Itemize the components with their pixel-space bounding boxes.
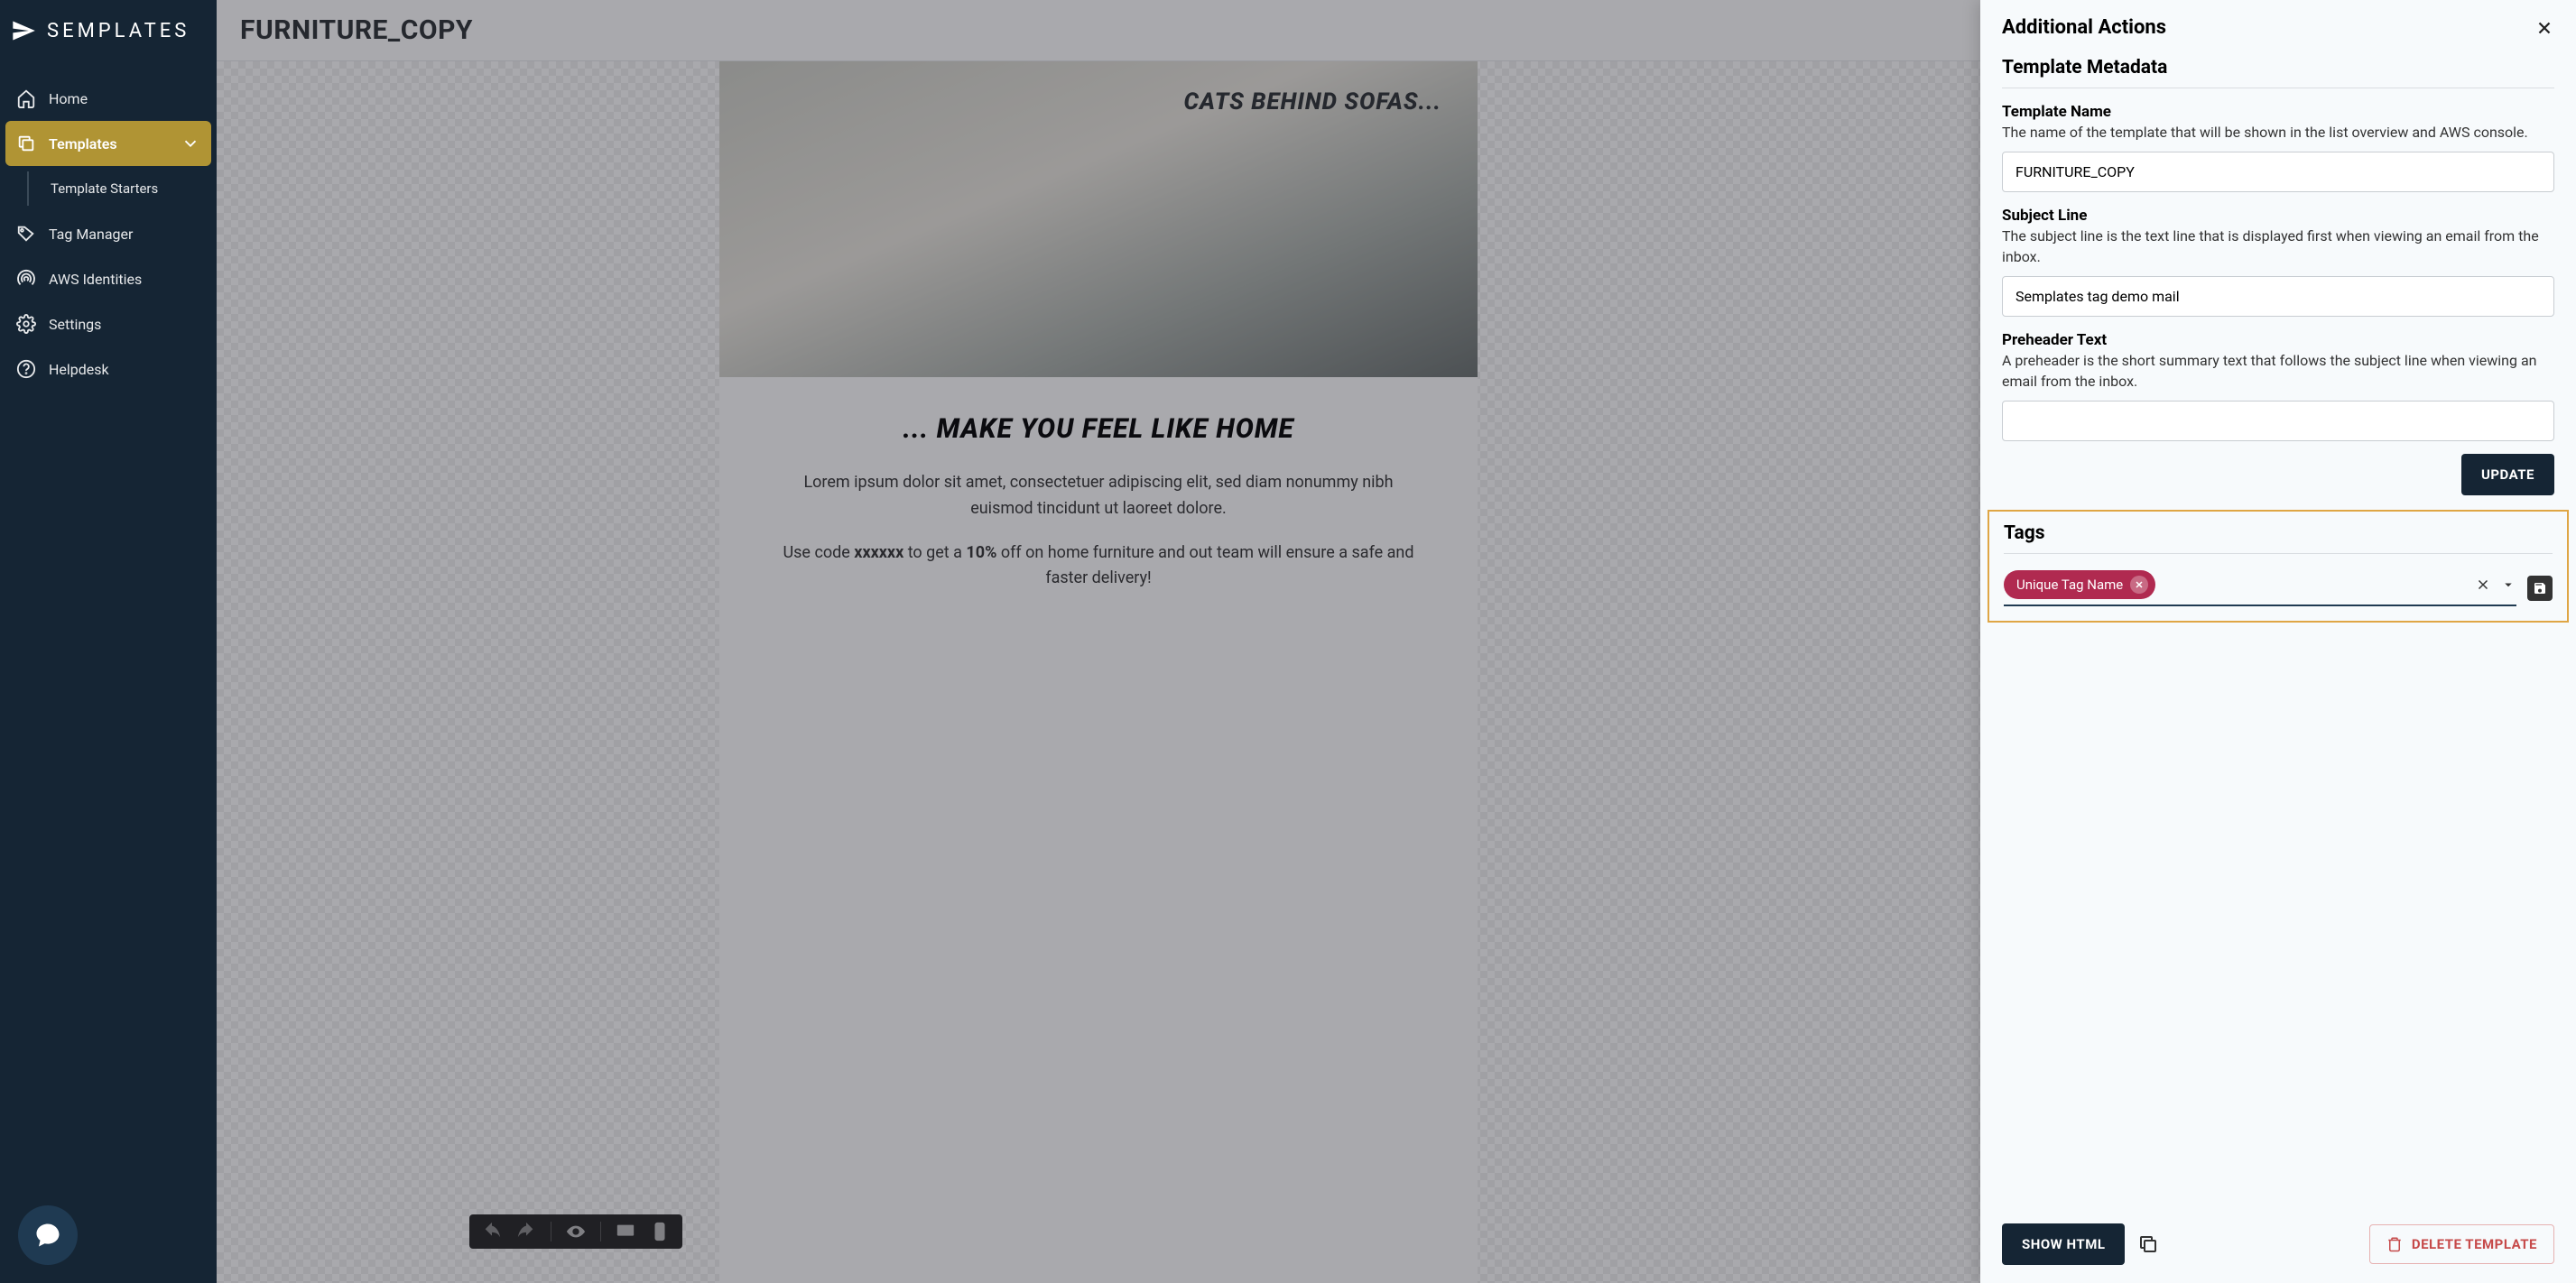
copy-icon — [16, 134, 36, 153]
editor-canvas[interactable]: CATS BEHIND SOFAS... ... MAKE YOU FEEL L… — [217, 61, 1980, 1283]
redo-icon[interactable] — [516, 1222, 536, 1241]
chat-icon — [34, 1222, 61, 1249]
footer-left: SHOW HTML — [2002, 1223, 2159, 1265]
subject-line-input[interactable] — [2002, 276, 2554, 317]
template-name-input[interactable] — [2002, 152, 2554, 192]
tag-chip-remove[interactable] — [2130, 576, 2148, 594]
page-title: FURNITURE_COPY — [240, 14, 1957, 46]
email-preview: CATS BEHIND SOFAS... ... MAKE YOU FEEL L… — [719, 61, 1478, 1283]
preheader-desc: A preheader is the short summary text th… — [2002, 351, 2554, 392]
paper-plane-icon — [11, 18, 36, 43]
panel-title: Additional Actions — [2002, 16, 2166, 39]
desktop-icon[interactable] — [616, 1222, 635, 1241]
show-html-button[interactable]: SHOW HTML — [2002, 1223, 2125, 1265]
template-name-label: Template Name — [2002, 103, 2554, 121]
nav-templates-submenu: Template Starters — [5, 171, 211, 206]
nav-aws-label: AWS Identities — [49, 271, 142, 288]
save-tags-button[interactable] — [2527, 576, 2553, 601]
nav-template-starters[interactable]: Template Starters — [27, 171, 211, 206]
editor-toolbar — [469, 1214, 682, 1249]
undo-icon[interactable] — [482, 1222, 502, 1241]
nav-settings-label: Settings — [49, 316, 101, 333]
trash-icon — [2386, 1236, 2403, 1252]
template-name-desc: The name of the template that will be sh… — [2002, 123, 2554, 143]
main-editor: FURNITURE_COPY CATS BEHIND SOFAS... ... … — [217, 0, 1980, 1283]
paragraph-1: Lorem ipsum dolor sit amet, consectetuer… — [774, 470, 1423, 522]
save-icon — [2533, 581, 2547, 595]
preheader-input[interactable] — [2002, 401, 2554, 441]
preheader-label: Preheader Text — [2002, 331, 2554, 349]
metadata-section: Template Metadata Template Name The name… — [1980, 46, 2576, 441]
help-icon — [16, 359, 36, 379]
email-hero-image: CATS BEHIND SOFAS... — [719, 61, 1478, 377]
clear-icon[interactable] — [2475, 577, 2491, 593]
tag-icon — [16, 224, 36, 244]
nav-tag-manager[interactable]: Tag Manager — [5, 211, 211, 256]
delete-template-label: DELETE TEMPLATE — [2412, 1236, 2537, 1252]
eye-icon[interactable] — [566, 1222, 586, 1241]
tags-section: Tags Unique Tag Name — [1988, 510, 2569, 623]
chat-widget-button[interactable] — [18, 1205, 78, 1265]
chevron-down-icon — [181, 134, 200, 153]
tag-text-input[interactable] — [2163, 576, 2468, 593]
nav-home-label: Home — [49, 90, 88, 107]
tag-combobox[interactable]: Unique Tag Name — [2004, 570, 2516, 606]
sidebar: SEMPLATES Home Templates Template Starte… — [0, 0, 217, 1283]
subject-line-label: Subject Line — [2002, 207, 2554, 225]
chevron-down-icon[interactable] — [2500, 577, 2516, 593]
tag-chip-label: Unique Tag Name — [2016, 577, 2123, 593]
additional-actions-panel: Additional Actions Template Metadata Tem… — [1980, 0, 2576, 1283]
tag-chip: Unique Tag Name — [2004, 570, 2155, 599]
fingerprint-icon — [16, 269, 36, 289]
nav-settings[interactable]: Settings — [5, 301, 211, 346]
toolbar-separator — [600, 1222, 601, 1241]
gear-icon — [16, 314, 36, 334]
metadata-heading: Template Metadata — [2002, 46, 2554, 88]
sub-headline: ... MAKE YOU FEEL LIKE HOME — [774, 413, 1423, 445]
home-icon — [16, 88, 36, 108]
field-template-name: Template Name The name of the template t… — [2002, 103, 2554, 192]
hero-headline: CATS BEHIND SOFAS... — [1184, 88, 1441, 115]
subject-line-desc: The subject line is the text line that i… — [2002, 226, 2554, 267]
field-preheader: Preheader Text A preheader is the short … — [2002, 331, 2554, 441]
main-header: FURNITURE_COPY — [217, 0, 1980, 61]
close-icon — [2134, 579, 2145, 590]
panel-footer: SHOW HTML DELETE TEMPLATE — [1980, 1205, 2576, 1283]
field-subject-line: Subject Line The subject line is the tex… — [2002, 207, 2554, 317]
nav-helpdesk-label: Helpdesk — [49, 361, 109, 378]
email-content: ... MAKE YOU FEEL LIKE HOME Lorem ipsum … — [719, 377, 1478, 646]
nav-aws-identities[interactable]: AWS Identities — [5, 256, 211, 301]
nav-helpdesk[interactable]: Helpdesk — [5, 346, 211, 392]
nav: Home Templates Template Starters Tag Man… — [0, 61, 217, 406]
panel-header: Additional Actions — [1980, 0, 2576, 46]
nav-templates[interactable]: Templates — [5, 121, 211, 166]
tags-row: Unique Tag Name — [2004, 570, 2553, 606]
tags-heading: Tags — [2004, 512, 2553, 554]
paragraph-2: Use code xxxxxx to get a 10% off on home… — [774, 540, 1423, 593]
close-icon[interactable] — [2534, 18, 2554, 38]
tag-input-controls — [2475, 577, 2516, 593]
brand-logo: SEMPLATES — [0, 0, 217, 61]
delete-template-button[interactable]: DELETE TEMPLATE — [2369, 1224, 2554, 1264]
mobile-icon[interactable] — [650, 1222, 670, 1241]
nav-home[interactable]: Home — [5, 76, 211, 121]
nav-templates-label: Templates — [49, 135, 117, 152]
metadata-actions: UPDATE — [1980, 441, 2576, 510]
nav-starters-label: Template Starters — [51, 180, 158, 197]
nav-tag-manager-label: Tag Manager — [49, 226, 133, 243]
update-button[interactable]: UPDATE — [2461, 454, 2554, 495]
brand-name: SEMPLATES — [47, 20, 190, 42]
copy-html-icon[interactable] — [2137, 1233, 2159, 1255]
